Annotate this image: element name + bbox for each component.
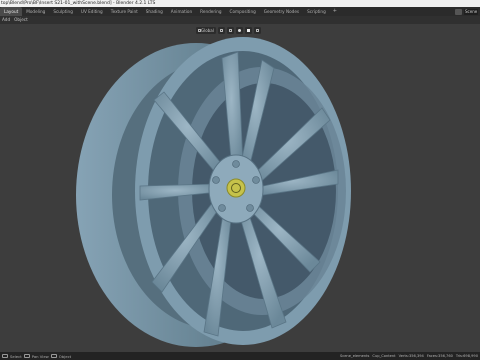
status-hint-object: Object	[58, 353, 72, 359]
tab-compositing[interactable]: Compositing	[226, 7, 260, 16]
snap-button[interactable]	[226, 27, 234, 34]
stat-tris: Tris:698,990	[455, 354, 478, 358]
window-title: top\Blend\Pro\BF\Insert S21-01_withScene…	[1, 1, 156, 6]
window-titlebar: top\Blend\Pro\BF\Insert S21-01_withScene…	[0, 0, 480, 7]
tab-shading[interactable]: Shading	[142, 7, 167, 16]
stat-collection: Scene_elements	[339, 354, 370, 358]
tab-uv-editing[interactable]: UV Editing	[77, 7, 107, 16]
stat-faces: Faces:356,760	[426, 354, 453, 358]
workspace-tabs-bar: Layout Modeling Sculpting UV Editing Tex…	[0, 7, 480, 16]
scene-icon[interactable]	[455, 8, 462, 15]
tab-rendering[interactable]: Rendering	[196, 7, 225, 16]
overlays-button[interactable]	[253, 27, 261, 34]
menu-add[interactable]: Add	[0, 16, 12, 24]
status-hints: Select Pan View Object	[0, 354, 71, 359]
tab-modeling[interactable]: Modeling	[22, 7, 49, 16]
scene-name-field[interactable]: Scene	[464, 8, 478, 15]
mouse-right-icon	[50, 354, 57, 358]
transform-orientation-label: Global	[201, 28, 214, 33]
mouse-middle-icon	[23, 354, 30, 358]
center-cap	[226, 178, 246, 198]
lug-nut-5	[212, 176, 220, 184]
snap-icon	[228, 29, 232, 32]
proportional-icon	[237, 29, 241, 32]
pivot-icon	[219, 29, 223, 32]
menu-object[interactable]: Object	[12, 16, 30, 24]
add-workspace-button[interactable]: +	[330, 7, 340, 16]
lug-nut-4	[218, 204, 226, 212]
pivot-point-button[interactable]	[217, 27, 225, 34]
shading-solid-icon	[246, 29, 250, 32]
viewport-header: Add Object	[0, 16, 480, 24]
scene-statistics: Scene_elements Cup_Content Verts:356,394…	[340, 354, 478, 358]
tab-animation[interactable]: Animation	[167, 7, 196, 16]
scene-picker: Scene	[455, 7, 480, 16]
tab-geometry-nodes[interactable]: Geometry Nodes	[260, 7, 303, 16]
lug-nut-1	[232, 160, 240, 168]
stat-verts: Verts:356,394	[398, 354, 424, 358]
status-bar: Select Pan View Object Scene_elements Cu…	[0, 352, 480, 360]
solid-shading-button[interactable]	[244, 27, 252, 34]
lug-nut-3	[246, 204, 254, 212]
stat-object: Cup_Content	[372, 354, 396, 358]
proportional-editing-button[interactable]	[235, 27, 243, 34]
tab-texture-paint[interactable]: Texture Paint	[107, 7, 142, 16]
overlay-icon	[255, 29, 259, 32]
tab-scripting[interactable]: Scripting	[303, 7, 330, 16]
wheel-model	[76, 37, 351, 347]
viewport-toolbar: Global	[196, 27, 261, 34]
tab-sculpting[interactable]: Sculpting	[49, 7, 77, 16]
lug-nut-2	[252, 176, 260, 184]
3d-viewport[interactable]: Global	[0, 24, 480, 352]
status-hint-select: Select	[10, 353, 22, 359]
transform-orientation-dropdown[interactable]: Global	[196, 27, 216, 34]
mouse-left-icon	[2, 354, 8, 358]
tab-layout[interactable]: Layout	[0, 7, 23, 16]
status-hint-pan: Pan View	[31, 353, 49, 359]
